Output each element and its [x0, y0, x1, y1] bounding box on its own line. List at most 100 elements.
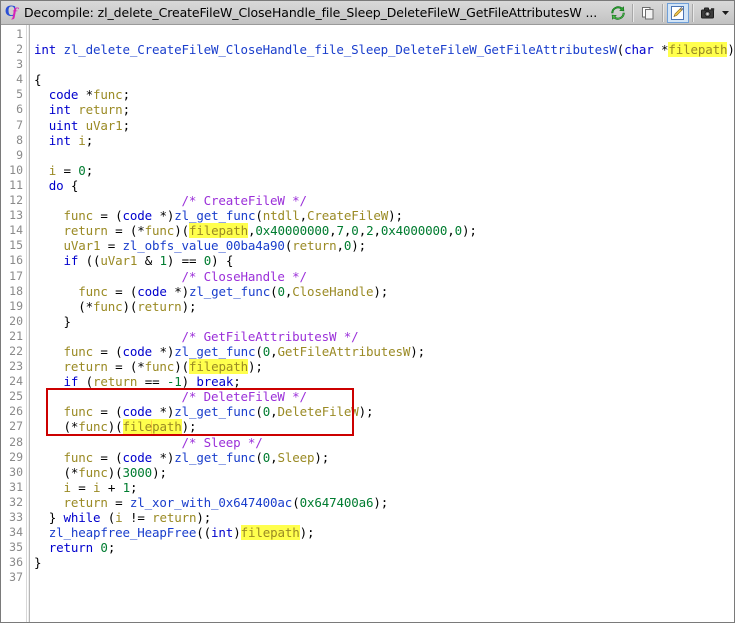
- code-token: (: [100, 510, 116, 525]
- code-token: int: [48, 102, 71, 118]
- function-name: zl_heapfree_HeapFree: [48, 525, 197, 541]
- code-line[interactable]: uint uVar1;: [34, 118, 734, 133]
- code-token: ;: [85, 162, 94, 178]
- code-token: 0x4000000: [380, 223, 448, 239]
- code-line[interactable]: zl_heapfree_HeapFree((int)filepath);: [34, 525, 734, 541]
- code-line[interactable]: return = (*func)(filepath,0x40000000,7,0…: [34, 223, 734, 239]
- code-token: while: [63, 510, 101, 525]
- code-token: *): [152, 404, 175, 420]
- code-line[interactable]: do {: [34, 178, 734, 193]
- code-line[interactable]: if (return == -1) break;: [34, 374, 734, 389]
- window-titlebar: C f Decompile: zl_delete_CreateFileW_Clo…: [1, 1, 734, 25]
- code-line[interactable]: /* Sleep */: [34, 435, 734, 450]
- line-number: 28: [9, 434, 23, 449]
- code-token: i: [63, 479, 72, 495]
- code-token: uVar1: [85, 117, 123, 133]
- code-token: ): [233, 525, 241, 541]
- code-token: )(: [107, 419, 123, 435]
- code-line[interactable]: /* CloseHandle */: [34, 269, 734, 284]
- code-line[interactable]: func = (code *)zl_get_func(0,GetFileAttr…: [34, 344, 734, 359]
- code-token: DeleteFileW: [277, 404, 359, 420]
- code-line[interactable]: /* CreateFileW */: [34, 193, 734, 208]
- code-token: return: [152, 510, 197, 525]
- code-line[interactable]: [34, 570, 734, 585]
- code-line[interactable]: (*func)(3000);: [34, 465, 734, 480]
- code-line[interactable]: return = zl_xor_with_0x647400ac(0x647400…: [34, 495, 734, 510]
- code-line[interactable]: if ((uVar1 & 1) == 0) {: [34, 253, 734, 268]
- code-line[interactable]: {: [34, 72, 734, 87]
- snapshot-camera-icon[interactable]: [697, 3, 719, 23]
- code-line[interactable]: func = (code *)zl_get_func(ntdll,CreateF…: [34, 208, 734, 223]
- code-token: );: [351, 238, 367, 254]
- edit-icon[interactable]: [667, 2, 689, 23]
- code-line[interactable]: func = (code *)zl_get_func(0,CloseHandle…: [34, 284, 734, 299]
- line-number: 19: [9, 298, 23, 313]
- code-token: code: [122, 449, 153, 465]
- code-line[interactable]: uVar1 = zl_obfs_value_00ba4a90(return,0)…: [34, 238, 734, 253]
- code-line[interactable]: [34, 57, 734, 72]
- code-line[interactable]: [34, 148, 734, 163]
- code-line[interactable]: (*func)(return);: [34, 299, 734, 314]
- code-token: func: [63, 449, 94, 465]
- chevron-down-icon[interactable]: [719, 3, 732, 23]
- code-token: CloseHandle: [292, 283, 374, 299]
- copy-icon[interactable]: [637, 3, 659, 23]
- code-line[interactable]: return = (*func)(filepath);: [34, 359, 734, 375]
- code-line[interactable]: code *func;: [34, 87, 734, 102]
- decompiler-code-area[interactable]: 1 2 3 4 5 6 7 8 9 10 11 12 13 14 15 16 17 18 19 20 21 22 23 24 2…: [1, 25, 734, 622]
- code-line[interactable]: return 0;: [34, 540, 734, 555]
- code-token: func: [63, 208, 94, 224]
- code-token: 1: [159, 253, 167, 269]
- code-token: }: [34, 555, 42, 571]
- code-line[interactable]: int return;: [34, 102, 734, 117]
- line-number: 29: [9, 449, 23, 464]
- refresh-icon[interactable]: [607, 3, 629, 23]
- highlighted-parameter: filepath: [240, 525, 300, 541]
- code-line[interactable]: func = (code *)zl_get_func(0,DeleteFileW…: [34, 404, 734, 419]
- code-line[interactable]: (*func)(filepath);: [34, 419, 734, 435]
- titlebar-toolbar: [607, 2, 732, 24]
- code-token: = (: [107, 283, 138, 299]
- code-line[interactable]: i = 0;: [34, 163, 734, 178]
- line-number: 37: [9, 570, 23, 585]
- code-line[interactable]: [34, 27, 734, 42]
- line-number: 2: [16, 42, 23, 57]
- code-content[interactable]: int zl_delete_CreateFileW_CloseHandle_fi…: [30, 25, 734, 622]
- code-token: GetFileAttributesW: [277, 343, 411, 359]
- line-number: 20: [9, 313, 23, 328]
- code-line[interactable]: /* DeleteFileW */: [34, 389, 734, 404]
- code-token: ;: [129, 479, 138, 495]
- code-line[interactable]: int i;: [34, 133, 734, 148]
- line-number: 34: [9, 525, 23, 540]
- code-line[interactable]: i = i + 1;: [34, 480, 734, 495]
- code-token: i: [115, 510, 123, 525]
- code-line[interactable]: }: [34, 555, 734, 570]
- code-comment: /* GetFileAttributesW */: [181, 328, 359, 344]
- code-token: return: [63, 359, 108, 375]
- code-token: ,: [270, 404, 278, 420]
- code-token: +: [100, 479, 123, 495]
- code-token: code: [122, 343, 153, 359]
- code-token: code: [137, 283, 167, 299]
- code-comment: /* CloseHandle */: [181, 268, 308, 284]
- code-line[interactable]: /* GetFileAttributesW */: [34, 329, 734, 344]
- code-line[interactable]: } while (i != return);: [34, 510, 734, 525]
- code-line[interactable]: func = (code *)zl_get_func(0,Sleep);: [34, 450, 734, 465]
- code-line[interactable]: int zl_delete_CreateFileW_CloseHandle_fi…: [34, 42, 734, 58]
- code-token: = (*: [107, 359, 145, 375]
- code-token: return: [63, 494, 108, 510]
- code-token: ;: [233, 374, 241, 390]
- line-number: 18: [9, 283, 23, 298]
- code-line[interactable]: }: [34, 314, 734, 329]
- code-token: =: [70, 479, 94, 495]
